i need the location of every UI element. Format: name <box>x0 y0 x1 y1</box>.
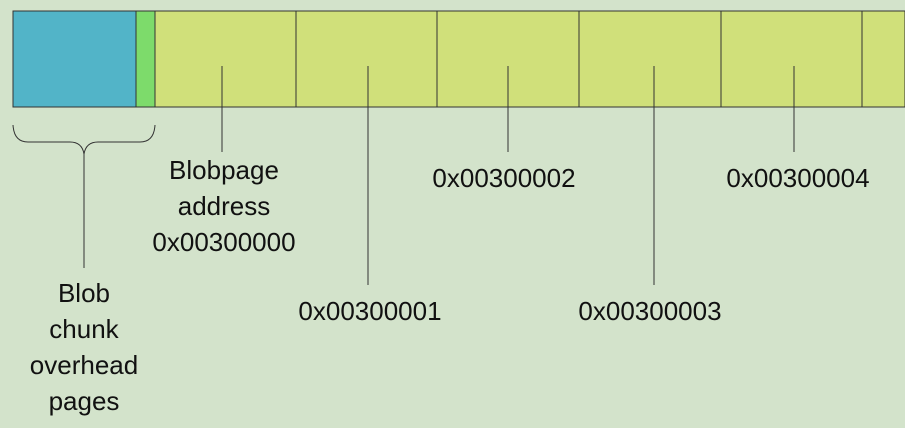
overhead-label-line-3: overhead <box>29 350 139 380</box>
blobpage-cell-5-partial <box>861 10 905 108</box>
page0-label: Blobpage address 0x00300000 <box>124 152 324 260</box>
overhead-label-line-4: pages <box>48 386 120 416</box>
page0-label-line-1: Blobpage <box>169 155 279 185</box>
overhead-brace <box>12 124 156 155</box>
page3-label: 0x00300003 <box>578 296 722 326</box>
page1-label: 0x00300001 <box>298 296 442 326</box>
page0-label-line-2: address <box>177 191 271 221</box>
page4-label: 0x00300004 <box>726 163 870 193</box>
overhead-label-line-2: chunk <box>49 314 119 344</box>
overhead-label: Blob chunk overhead pages <box>4 275 164 419</box>
blobpage-cell-0 <box>154 10 297 108</box>
chunk-marker-block <box>135 10 156 108</box>
blob-layout-diagram: Blob chunk overhead pages Blobpage addre… <box>0 0 905 428</box>
blobpage-cell-1 <box>295 10 438 108</box>
overhead-block <box>12 10 137 108</box>
blobpage-cell-4 <box>720 10 863 108</box>
blobpage-cell-3 <box>578 10 722 108</box>
page0-label-line-3: 0x00300000 <box>152 227 296 257</box>
page2-label: 0x00300002 <box>432 163 576 193</box>
overhead-label-line-1: Blob <box>57 278 111 308</box>
